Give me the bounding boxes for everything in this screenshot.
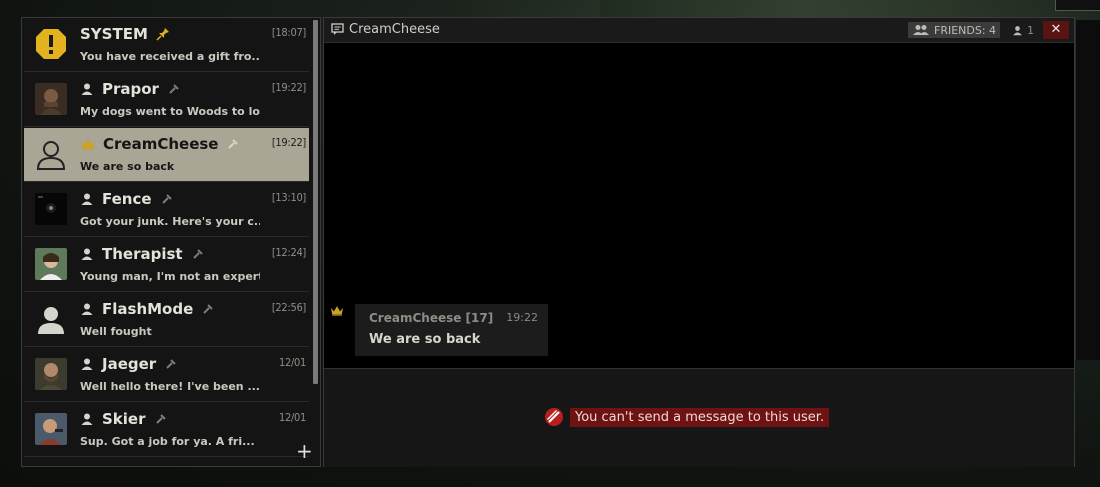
avatar (35, 413, 67, 445)
contact-last-message: We are so back (80, 160, 175, 173)
user-icon (81, 193, 93, 205)
contact-item-flashmode[interactable]: FlashMode Well fought [22:56] (24, 293, 309, 347)
chat-message: CreamCheese [17] 19:22 We are so back (355, 304, 548, 356)
user-icon (81, 83, 93, 95)
avatar (35, 358, 67, 390)
contact-name: SYSTEM (80, 25, 148, 43)
contact-list-panel: SYSTEM You have received a gift fro... [… (21, 17, 321, 467)
contact-name: Skier (102, 410, 146, 428)
crown-icon (81, 139, 95, 150)
chat-panel: CreamCheese FRIENDS: 4 1 ✕ CreamCheese [… (323, 17, 1075, 467)
wrench-icon (161, 194, 172, 204)
contact-item-therapist[interactable]: Therapist Young man, I'm not an expert..… (24, 238, 309, 292)
user-icon (81, 358, 93, 370)
contact-time: 12/01 (278, 356, 306, 369)
add-contact-button[interactable]: + (296, 441, 313, 461)
friends-icon (913, 25, 929, 35)
message-text: We are so back (369, 332, 481, 347)
pin-icon (156, 28, 169, 41)
contact-item-system[interactable]: SYSTEM You have received a gift fro... [… (24, 18, 309, 72)
contact-item-jaeger[interactable]: Jaeger Well hello there! I've been ... 1… (24, 348, 309, 402)
user-silhouette-icon (36, 141, 66, 170)
contact-last-message: Well fought (80, 325, 152, 338)
contact-name: Fence (102, 190, 152, 208)
friends-count-label: FRIENDS: 4 (934, 23, 997, 37)
contact-item-prapor[interactable]: Prapor My dogs went to Woods to loo... [… (24, 73, 309, 127)
user-silhouette-icon (38, 307, 64, 334)
contact-last-message: You have received a gift fro... (80, 50, 260, 63)
crown-icon (330, 306, 344, 316)
blocked-warning-text: You can't send a message to this user. (570, 407, 830, 427)
warning-icon (36, 29, 66, 59)
contact-last-message: Young man, I'm not an expert... (80, 270, 260, 283)
contact-name: CreamCheese (103, 135, 219, 153)
friends-count-badge[interactable]: FRIENDS: 4 (908, 22, 1001, 38)
wrench-icon (228, 139, 239, 149)
blocked-warning: You can't send a message to this user. (544, 407, 830, 427)
contact-name: FlashMode (102, 300, 194, 318)
contact-time: [22:56] (271, 301, 306, 314)
wrench-icon (166, 359, 176, 369)
avatar (35, 193, 67, 225)
close-button[interactable]: ✕ (1043, 21, 1069, 39)
contact-last-message: Got your junk. Here's your c... (80, 215, 260, 228)
chat-header: CreamCheese FRIENDS: 4 1 ✕ (324, 18, 1074, 43)
wrench-icon (192, 249, 203, 259)
wrench-icon (155, 414, 166, 424)
contact-last-message: Well hello there! I've been ... (80, 380, 260, 393)
contact-last-message: My dogs went to Woods to loo... (80, 105, 260, 118)
contact-time: [19:22] (271, 81, 306, 94)
contact-item-creamcheese[interactable]: CreamCheese We are so back [19:22] (24, 128, 309, 182)
message-input-area: You can't send a message to this user. (324, 368, 1074, 467)
user-icon (1013, 25, 1022, 35)
wrench-icon (203, 304, 213, 314)
contact-time: 12/01 (278, 411, 306, 424)
chat-bubble-icon (331, 23, 344, 35)
chat-title: CreamCheese (349, 22, 440, 37)
contact-name: Prapor (102, 80, 159, 98)
user-icon (81, 303, 93, 315)
avatar (35, 248, 67, 280)
top-corner-box (1055, 0, 1100, 11)
contact-item-skier[interactable]: Skier Sup. Got a job for ya. A fri... 12… (24, 403, 309, 457)
member-count-value: 1 (1027, 23, 1034, 37)
side-panel-edge (1075, 20, 1100, 360)
contact-time: [13:10] (271, 191, 306, 204)
blocked-icon (545, 408, 563, 426)
contact-time: [12:24] (271, 246, 306, 259)
contact-time: [18:07] (271, 26, 306, 39)
user-icon (81, 248, 93, 260)
member-count: 1 (1012, 22, 1034, 38)
contact-name: Jaeger (102, 355, 157, 373)
avatar (35, 83, 67, 115)
user-icon (81, 413, 93, 425)
contact-item-fence[interactable]: Fence Got your junk. Here's your c... [1… (24, 183, 309, 237)
message-time: 19:22 (506, 311, 538, 324)
contact-name: Therapist (102, 245, 183, 263)
contact-list-scrollbar[interactable] (313, 20, 318, 384)
contact-last-message: Sup. Got a job for ya. A fri... (80, 435, 255, 448)
wrench-icon (169, 84, 179, 94)
message-author: CreamCheese [17] (369, 311, 494, 325)
contact-time: [19:22] (271, 136, 306, 149)
